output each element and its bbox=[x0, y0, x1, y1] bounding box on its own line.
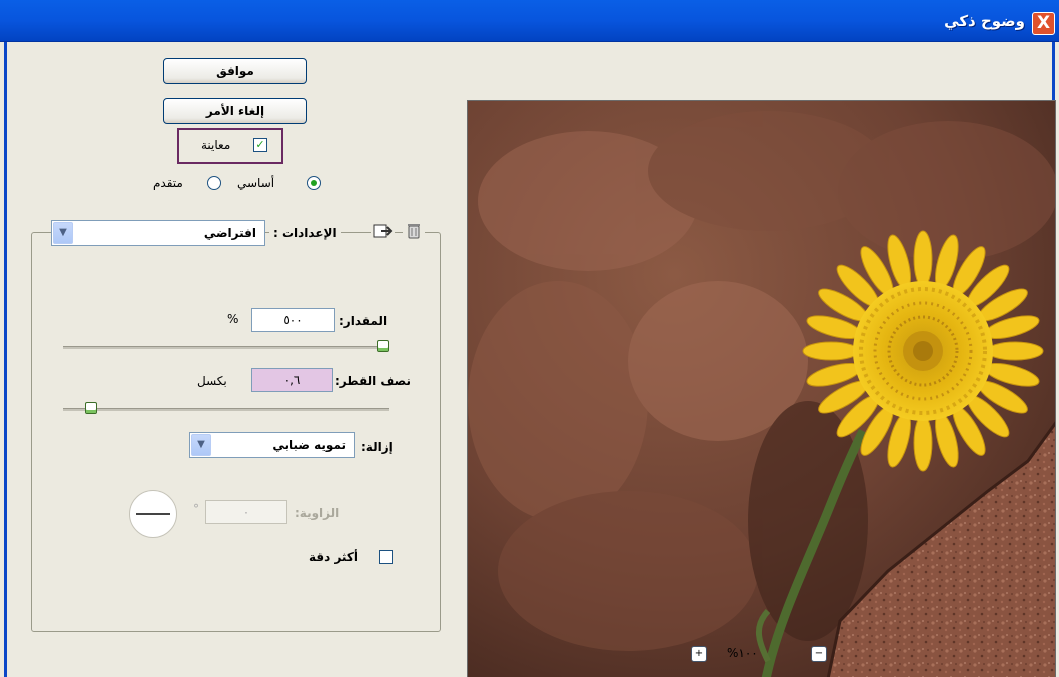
save-settings-icon[interactable] bbox=[371, 220, 395, 242]
angle-dial-line bbox=[136, 513, 170, 515]
more-accurate-checkbox[interactable] bbox=[379, 550, 393, 564]
radius-input[interactable]: ٠,٦ bbox=[251, 368, 333, 392]
zoom-out-button[interactable]: − bbox=[811, 646, 827, 662]
ok-button[interactable]: موافق bbox=[163, 58, 307, 84]
close-button[interactable]: X bbox=[1032, 12, 1055, 35]
radius-unit: بكسل bbox=[197, 374, 227, 388]
angle-input: ٠ bbox=[205, 500, 287, 524]
angle-label: الزاوية: bbox=[295, 506, 340, 520]
settings-select[interactable]: افتراضي ▼ bbox=[51, 220, 265, 246]
advanced-label: متقدم bbox=[153, 176, 183, 190]
cancel-button[interactable]: إلغاء الأمر bbox=[163, 98, 307, 124]
amount-slider-track[interactable] bbox=[63, 346, 389, 349]
amount-input[interactable]: ٥٠٠ bbox=[251, 308, 335, 332]
radius-label: نصف القطر: bbox=[335, 374, 412, 388]
remove-label: إزالة: bbox=[361, 440, 393, 454]
settings-value: افتراضي bbox=[203, 226, 256, 240]
basic-radio[interactable] bbox=[307, 176, 321, 190]
remove-select[interactable]: تمويه ضبابي ▼ bbox=[189, 432, 355, 458]
angle-dial bbox=[129, 490, 177, 538]
preview-label: معاينة bbox=[201, 138, 231, 152]
amount-slider-thumb[interactable] bbox=[377, 340, 389, 352]
window-title: وضوح ذكي bbox=[944, 12, 1025, 30]
remove-value: تمويه ضبابي bbox=[272, 438, 346, 452]
angle-unit: ° bbox=[193, 502, 199, 516]
radius-slider-track[interactable] bbox=[63, 408, 389, 411]
delete-settings-icon[interactable] bbox=[403, 220, 425, 242]
title-bar: X وضوح ذكي bbox=[0, 0, 1059, 42]
advanced-radio[interactable] bbox=[207, 176, 221, 190]
chevron-down-icon[interactable]: ▼ bbox=[53, 222, 73, 244]
amount-label: المقدار: bbox=[339, 314, 388, 328]
basic-label: أساسي bbox=[237, 176, 275, 190]
more-accurate-label: أكثر دقة bbox=[309, 550, 358, 564]
preview-checkbox[interactable]: ✓ bbox=[253, 138, 267, 152]
smart-sharpen-dialog: موافق إلغاء الأمر ✓ معاينة أساسي متقدم ا… bbox=[4, 42, 1056, 677]
settings-label: الإعدادات : bbox=[269, 226, 341, 240]
amount-unit: % bbox=[227, 312, 239, 326]
preview-image[interactable] bbox=[467, 100, 1056, 677]
zoom-in-button[interactable]: + bbox=[691, 646, 707, 662]
zoom-level: ١٠٠% bbox=[727, 646, 758, 660]
chevron-down-icon[interactable]: ▼ bbox=[191, 434, 211, 456]
radius-slider-thumb[interactable] bbox=[85, 402, 97, 414]
